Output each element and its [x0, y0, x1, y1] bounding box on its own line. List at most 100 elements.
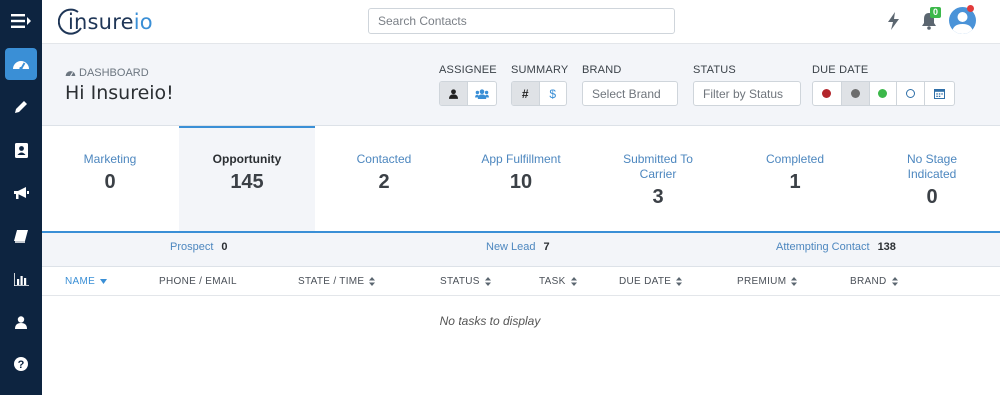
due-today-button[interactable]: [841, 82, 870, 105]
app-logo[interactable]: insureio: [58, 7, 153, 37]
column-due-date[interactable]: DUE DATE: [619, 276, 683, 287]
stage-count: 10: [509, 171, 533, 193]
stage-count: 0: [104, 171, 116, 193]
dashboard-icon: [5, 48, 37, 80]
sidebar-item-reports[interactable]: [0, 261, 42, 297]
assignee-team-button[interactable]: [468, 82, 496, 105]
stage-name: Submitted To Carrier: [623, 152, 693, 181]
menu-toggle-icon[interactable]: [0, 3, 42, 39]
substage-count: 7: [543, 241, 550, 253]
substage-prospect[interactable]: Prospect 0: [170, 241, 228, 253]
column-premium[interactable]: PREMIUM: [737, 276, 798, 287]
stage-name: Opportunity: [212, 152, 282, 166]
due-date-toggle: [812, 81, 955, 106]
stage-count: 3: [652, 186, 664, 208]
topbar: insureio 0: [42, 0, 1000, 44]
column-brand[interactable]: BRAND: [850, 276, 898, 287]
avatar-status-dot: [967, 5, 974, 12]
substage-name: Prospect: [170, 241, 214, 253]
logo-text-accent: io: [133, 10, 153, 34]
stage-name: Contacted: [356, 152, 412, 166]
sidebar-item-contacts[interactable]: [0, 132, 42, 168]
empty-circle-icon: [906, 89, 916, 98]
book-icon: [14, 229, 28, 243]
sort-icon: [570, 277, 577, 286]
stage-opportunity[interactable]: Opportunity 145: [179, 126, 315, 232]
lightning-icon[interactable]: [888, 10, 899, 32]
tasks-table-header: NAME PHONE / EMAIL STATE / TIME STATUS T…: [42, 267, 1000, 296]
column-label: STATUS: [440, 276, 480, 287]
logo-swoosh-icon: [58, 8, 82, 35]
calendar-icon: [934, 89, 946, 99]
assignee-me-button[interactable]: [440, 82, 468, 105]
due-overdue-button[interactable]: [813, 82, 842, 105]
sort-icon: [891, 277, 898, 286]
sidebar-item-help[interactable]: ?: [0, 346, 42, 382]
red-dot-icon: [822, 89, 832, 98]
contact-card-icon: [14, 142, 28, 158]
stage-no-stage-indicated[interactable]: No Stage Indicated 0: [892, 126, 972, 232]
due-calendar-button[interactable]: [925, 82, 954, 105]
search-input[interactable]: [368, 8, 675, 34]
column-phone-email[interactable]: PHONE / EMAIL: [159, 276, 237, 287]
brand-label: BRAND: [582, 64, 622, 76]
substage-new-lead[interactable]: New Lead 7: [486, 241, 550, 253]
sort-icon: [484, 277, 491, 286]
brand-select[interactable]: [582, 81, 678, 106]
gray-dot-icon: [850, 89, 860, 98]
pipeline-stages: Marketing 0 Opportunity 145 Contacted 2 …: [42, 126, 1000, 232]
dashboard-icon: [65, 71, 76, 77]
users-icon: [475, 88, 489, 99]
sidebar-item-library[interactable]: [0, 218, 42, 254]
status-label: STATUS: [693, 64, 736, 76]
status-filter[interactable]: [693, 81, 801, 106]
stage-submitted-to-carrier[interactable]: Submitted To Carrier 3: [612, 126, 704, 232]
page-title: Hi Insureio!: [65, 82, 174, 104]
summary-count-button[interactable]: #: [512, 82, 540, 105]
empty-state-message: No tasks to display: [439, 314, 541, 328]
column-label: DUE DATE: [619, 276, 672, 287]
summary-label: SUMMARY: [511, 64, 569, 76]
substage-bar: Prospect 0 New Lead 7 Attempting Contact…: [42, 233, 1000, 267]
sidebar-item-dashboard[interactable]: [0, 46, 42, 82]
column-task[interactable]: TASK: [539, 276, 577, 287]
substage-count: 0: [221, 241, 228, 253]
bar-chart-icon: [13, 272, 29, 286]
sidebar-item-marketing[interactable]: [0, 175, 42, 211]
svg-text:?: ?: [18, 359, 25, 371]
assignee-toggle: [439, 81, 497, 106]
summary-toggle: # $: [511, 81, 567, 106]
due-none-button[interactable]: [897, 82, 926, 105]
sort-icon: [369, 277, 376, 286]
assignee-label: ASSIGNEE: [439, 64, 497, 76]
megaphone-icon: [13, 186, 29, 199]
stage-completed[interactable]: Completed 1: [727, 126, 863, 232]
stage-marketing[interactable]: Marketing 0: [42, 126, 178, 232]
column-name[interactable]: NAME: [65, 276, 108, 287]
sidebar-item-profile[interactable]: [0, 304, 42, 340]
due-upcoming-button[interactable]: [870, 82, 898, 105]
stage-name: App Fulfillment: [481, 152, 561, 166]
notifications-bell-icon[interactable]: 0: [920, 7, 942, 32]
stage-contacted[interactable]: Contacted 2: [316, 126, 452, 232]
breadcrumb: DASHBOARD: [65, 67, 149, 79]
sort-desc-icon: [100, 279, 108, 284]
stage-app-fulfillment[interactable]: App Fulfillment 10: [453, 126, 589, 232]
column-label: BRAND: [850, 276, 887, 287]
column-label: NAME: [65, 276, 96, 287]
sidebar: ?: [0, 0, 42, 395]
column-state-time[interactable]: STATE / TIME: [298, 276, 376, 287]
sidebar-item-edit[interactable]: [0, 89, 42, 125]
pencil-icon: [15, 101, 27, 113]
sort-icon: [791, 277, 798, 286]
summary-premium-button[interactable]: $: [540, 82, 567, 105]
substage-attempting-contact[interactable]: Attempting Contact 138: [776, 241, 896, 253]
column-status[interactable]: STATUS: [440, 276, 491, 287]
stage-count: 1: [789, 171, 801, 193]
column-label: STATE / TIME: [298, 276, 365, 287]
column-label: PHONE / EMAIL: [159, 276, 237, 287]
substage-count: 138: [877, 241, 896, 253]
stage-count: 2: [378, 171, 390, 193]
help-icon: ?: [14, 357, 28, 371]
stage-count: 145: [230, 171, 264, 193]
